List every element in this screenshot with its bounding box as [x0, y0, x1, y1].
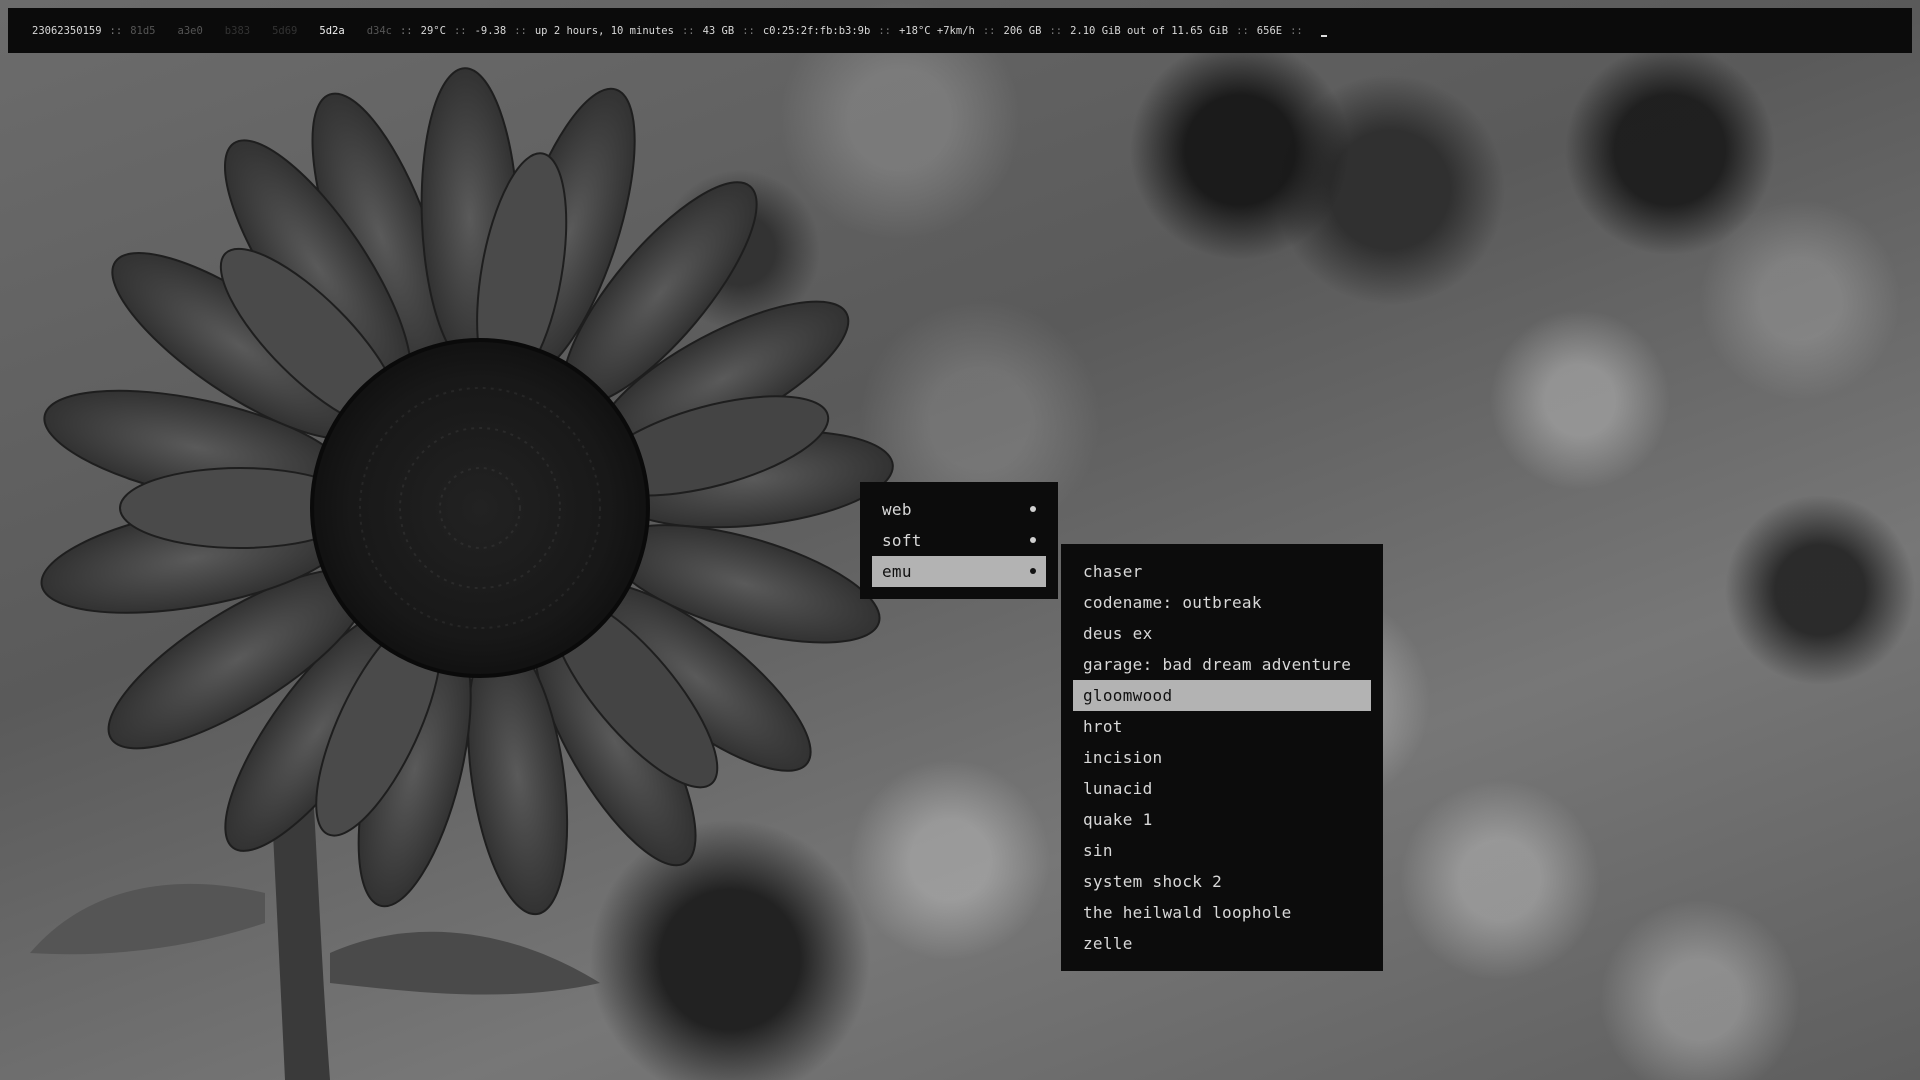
workspace-4[interactable]: 5d2a	[319, 25, 344, 37]
submenu-item-label: codename: outbreak	[1083, 593, 1262, 612]
separator: ::	[742, 24, 755, 37]
submenu-item-label: garage: bad dream adventure	[1083, 655, 1352, 674]
cpu-temp: 29°C	[420, 24, 446, 37]
submenu-item-label: lunacid	[1083, 779, 1153, 798]
submenu-item-label: sin	[1083, 841, 1113, 860]
menu-item-label: emu	[882, 562, 912, 581]
separator: ::	[453, 24, 467, 37]
disk-root: 43 GB	[702, 24, 735, 37]
submenu-indicator-icon	[1030, 506, 1036, 512]
submenu-item-label: system shock 2	[1083, 872, 1223, 891]
submenu-item-zelle[interactable]: zelle	[1073, 928, 1371, 959]
uptime: up 2 hours, 10 minutes	[534, 24, 674, 37]
submenu-item-deus-ex[interactable]: deus ex	[1073, 618, 1371, 649]
submenu-item-sin[interactable]: sin	[1073, 835, 1371, 866]
coords: 656E	[1256, 24, 1283, 37]
weather: +18°C +7km/h	[898, 24, 975, 37]
disk-home: 206 GB	[1003, 24, 1042, 37]
submenu-item-label: incision	[1083, 748, 1163, 767]
separator: ::	[681, 24, 695, 37]
submenu-item-label: chaser	[1083, 562, 1143, 581]
submenu-item-hrot[interactable]: hrot	[1073, 711, 1371, 742]
submenu-item-quake-1[interactable]: quake 1	[1073, 804, 1371, 835]
status-bar: 23062350159 :: 81d5 a3e0 b383 5d69 5d2a …	[8, 8, 1912, 53]
workspace-2[interactable]: b383	[225, 25, 250, 37]
menu-item-label: soft	[882, 531, 922, 550]
separator: ::	[1049, 24, 1063, 37]
separator: ::	[399, 24, 413, 37]
submenu-item-garage[interactable]: garage: bad dream adventure	[1073, 649, 1371, 680]
submenu-item-label: hrot	[1083, 717, 1123, 736]
submenu-item-label: the heilwald loophole	[1083, 903, 1292, 922]
menu-item-emu[interactable]: emu	[872, 556, 1046, 587]
submenu-item-label: quake 1	[1083, 810, 1153, 829]
submenu-indicator-icon	[1030, 568, 1036, 574]
submenu-item-gloomwood[interactable]: gloomwood	[1073, 680, 1371, 711]
separator: ::	[982, 24, 996, 37]
menu-item-web[interactable]: web	[872, 494, 1046, 525]
submenu-item-system-shock-2[interactable]: system shock 2	[1073, 866, 1371, 897]
submenu-item-incision[interactable]: incision	[1073, 742, 1371, 773]
submenu-item-lunacid[interactable]: lunacid	[1073, 773, 1371, 804]
submenu-item-codename-outbreak[interactable]: codename: outbreak	[1073, 587, 1371, 618]
separator: ::	[109, 24, 123, 37]
load: -9.38	[474, 24, 507, 37]
submenu-item-chaser[interactable]: chaser	[1073, 556, 1371, 587]
submenu-item-label: gloomwood	[1083, 686, 1173, 705]
root-menu: web soft emu	[860, 482, 1058, 599]
status-date-id: 23062350159	[32, 24, 102, 37]
menu-item-label: web	[882, 500, 912, 519]
memory: 2.10 GiB out of 11.65 GiB	[1070, 24, 1229, 37]
menu-item-soft[interactable]: soft	[872, 525, 1046, 556]
separator: ::	[1236, 24, 1249, 37]
separator: ::	[514, 24, 527, 37]
separator: ::	[1290, 24, 1303, 37]
workspace-0[interactable]: 81d5	[130, 25, 155, 37]
text-cursor	[1320, 34, 1327, 37]
submenu-item-heilwald-loophole[interactable]: the heilwald loophole	[1073, 897, 1371, 928]
submenu-item-label: deus ex	[1083, 624, 1153, 643]
separator: ::	[878, 24, 891, 37]
emu-submenu: chaser codename: outbreak deus ex garage…	[1061, 544, 1383, 971]
workspace-3[interactable]: 5d69	[272, 25, 297, 37]
submenu-item-label: zelle	[1083, 934, 1133, 953]
submenu-indicator-icon	[1030, 537, 1036, 543]
mac-address: c0:25:2f:fb:b3:9b	[762, 24, 871, 37]
workspace-5[interactable]: d34c	[367, 25, 392, 37]
workspace-1[interactable]: a3e0	[178, 25, 203, 37]
